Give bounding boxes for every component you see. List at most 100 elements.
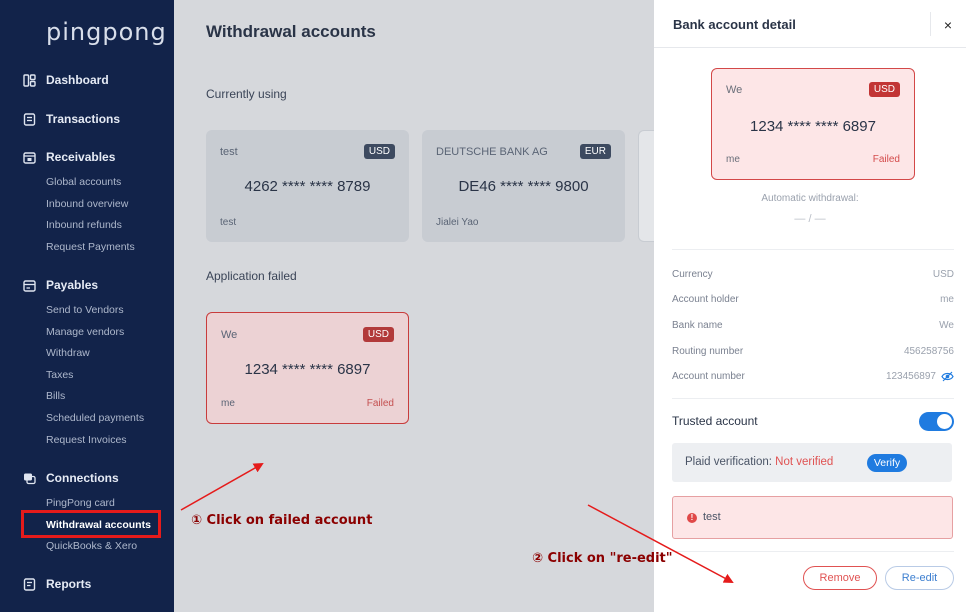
sidebar-item-bills[interactable]: Bills	[0, 386, 174, 408]
dashboard-icon	[22, 73, 36, 87]
sidebar-item-dashboard[interactable]: Dashboard	[0, 70, 174, 90]
auto-withdrawal-label: Automatic withdrawal:	[761, 193, 859, 204]
trusted-account-toggle[interactable]	[919, 412, 954, 431]
detail-row-bank-name: Bank name We	[672, 320, 954, 336]
section-title-currently-using: Currently using	[206, 87, 287, 101]
divider	[672, 249, 954, 250]
plaid-verification-text: Plaid verification: Not verified	[685, 456, 833, 468]
trusted-account-label: Trusted account	[672, 414, 758, 428]
card-name: We	[221, 329, 238, 341]
plaid-status: Not verified	[775, 456, 834, 468]
card-holder: me	[726, 154, 740, 165]
plaid-label: Plaid verification:	[685, 456, 772, 468]
detail-account-card: We USD 1234 **** **** 6897 me Failed	[711, 68, 915, 180]
card-name: We	[726, 84, 743, 96]
eye-icon[interactable]	[941, 371, 954, 385]
annotation-step-1: ① Click on failed account	[191, 513, 373, 528]
currency-badge: USD	[868, 82, 900, 97]
card-status: Failed	[366, 398, 394, 409]
sidebar-item-connections[interactable]: Connections	[0, 468, 174, 488]
sidebar-item-label: Receivables	[46, 150, 116, 164]
divider	[672, 398, 954, 399]
sidebar-item-send-to-vendors[interactable]: Send to Vendors	[0, 300, 174, 322]
sidebar-item-request-payments[interactable]: Request Payments	[0, 237, 174, 259]
detail-label: Account number	[672, 371, 745, 382]
nav-section-payables: Payables Send to Vendors Manage vendors …	[0, 275, 174, 451]
card-name: test	[220, 146, 238, 158]
card-name: DEUTSCHE BANK AG	[436, 146, 548, 158]
sidebar-item-receivables[interactable]: Receivables	[0, 147, 174, 167]
currency-badge: EUR	[579, 144, 611, 159]
detail-value: 456258756	[903, 346, 954, 357]
payables-icon	[22, 278, 36, 292]
card-status: Failed	[872, 154, 900, 165]
bank-account-detail-drawer: Bank account detail × We USD 1234 **** *…	[654, 0, 966, 612]
account-card[interactable]: test USD 4262 **** **** 8789 test	[206, 130, 409, 242]
verify-button[interactable]: Verify	[867, 454, 907, 472]
sidebar-item-inbound-refunds[interactable]: Inbound refunds	[0, 215, 174, 237]
currency-badge: USD	[363, 144, 395, 159]
connections-icon	[22, 471, 36, 485]
error-text: test	[703, 511, 721, 523]
close-icon[interactable]: ×	[930, 12, 952, 36]
remove-button[interactable]: Remove	[803, 566, 877, 590]
sidebar-item-withdraw[interactable]: Withdraw	[0, 343, 174, 365]
transactions-icon	[22, 112, 36, 126]
sidebar-item-inbound-overview[interactable]: Inbound overview	[0, 194, 174, 216]
detail-row-account-number: Account number 123456897	[672, 371, 954, 387]
card-holder: Jialei Yao	[436, 217, 479, 228]
detail-value: me	[940, 294, 954, 305]
failed-account-card[interactable]: We USD 1234 **** **** 6897 me Failed	[206, 312, 409, 424]
detail-row-routing-number: Routing number 456258756	[672, 346, 954, 362]
logo: pingpong	[46, 18, 167, 46]
drawer-title: Bank account detail	[673, 17, 796, 32]
nav-section-receivables: Receivables Global accounts Inbound over…	[0, 147, 174, 258]
receivables-icon	[22, 150, 36, 164]
sidebar-item-label: Transactions	[46, 112, 121, 126]
sidebar-item-quickbooks-xero[interactable]: QuickBooks & Xero	[0, 536, 174, 558]
drawer-header: Bank account detail ×	[654, 0, 966, 48]
sidebar-item-transactions[interactable]: Transactions	[0, 109, 174, 129]
account-card[interactable]: DEUTSCHE BANK AG EUR DE46 **** **** 9800…	[422, 130, 625, 242]
detail-label: Routing number	[672, 346, 744, 357]
detail-label: Bank name	[672, 320, 723, 331]
sidebar: pingpong Dashboard Transactions Receivab…	[0, 0, 174, 612]
sidebar-item-manage-vendors[interactable]: Manage vendors	[0, 322, 174, 344]
reports-icon	[22, 577, 36, 591]
currency-badge: USD	[362, 327, 394, 342]
nav-section-reports: Reports	[0, 574, 174, 594]
card-number: DE46 **** **** 9800	[458, 178, 589, 195]
plaid-verification-box: Plaid verification: Not verified Verify	[672, 443, 952, 482]
error-icon: !	[687, 513, 697, 523]
card-holder: me	[221, 398, 235, 409]
card-number: 4262 **** **** 8789	[244, 178, 371, 195]
divider	[672, 551, 954, 552]
sidebar-item-payables[interactable]: Payables	[0, 275, 174, 295]
section-title-application-failed: Application failed	[206, 269, 297, 283]
nav-section-transactions: Transactions	[0, 109, 174, 129]
sidebar-item-label: Connections	[46, 471, 119, 485]
page-title: Withdrawal accounts	[206, 22, 376, 41]
annotation-step-2: ② Click on "re-edit"	[532, 551, 673, 566]
sidebar-item-scheduled-payments[interactable]: Scheduled payments	[0, 408, 174, 430]
auto-withdrawal-value: — / —	[794, 213, 826, 225]
card-number: 1234 **** **** 6897	[244, 361, 371, 378]
card-holder: test	[220, 217, 237, 228]
error-message-box: ! test	[672, 496, 953, 539]
sidebar-item-label: Payables	[46, 278, 99, 292]
detail-value: 123456897	[885, 371, 936, 382]
sidebar-item-label: Reports	[46, 577, 92, 591]
highlight-box	[21, 510, 161, 538]
detail-value: We	[939, 320, 954, 331]
detail-value: USD	[932, 269, 954, 280]
sidebar-item-reports[interactable]: Reports	[0, 574, 174, 594]
toggle-knob	[937, 414, 952, 429]
sidebar-item-label: Dashboard	[46, 73, 109, 87]
sidebar-item-request-invoices[interactable]: Request Invoices	[0, 430, 174, 452]
sidebar-item-taxes[interactable]: Taxes	[0, 365, 174, 387]
sidebar-item-global-accounts[interactable]: Global accounts	[0, 172, 174, 194]
nav-section-dashboard: Dashboard	[0, 70, 174, 90]
detail-label: Currency	[672, 269, 713, 280]
detail-label: Account holder	[672, 294, 739, 305]
re-edit-button[interactable]: Re-edit	[885, 566, 954, 590]
